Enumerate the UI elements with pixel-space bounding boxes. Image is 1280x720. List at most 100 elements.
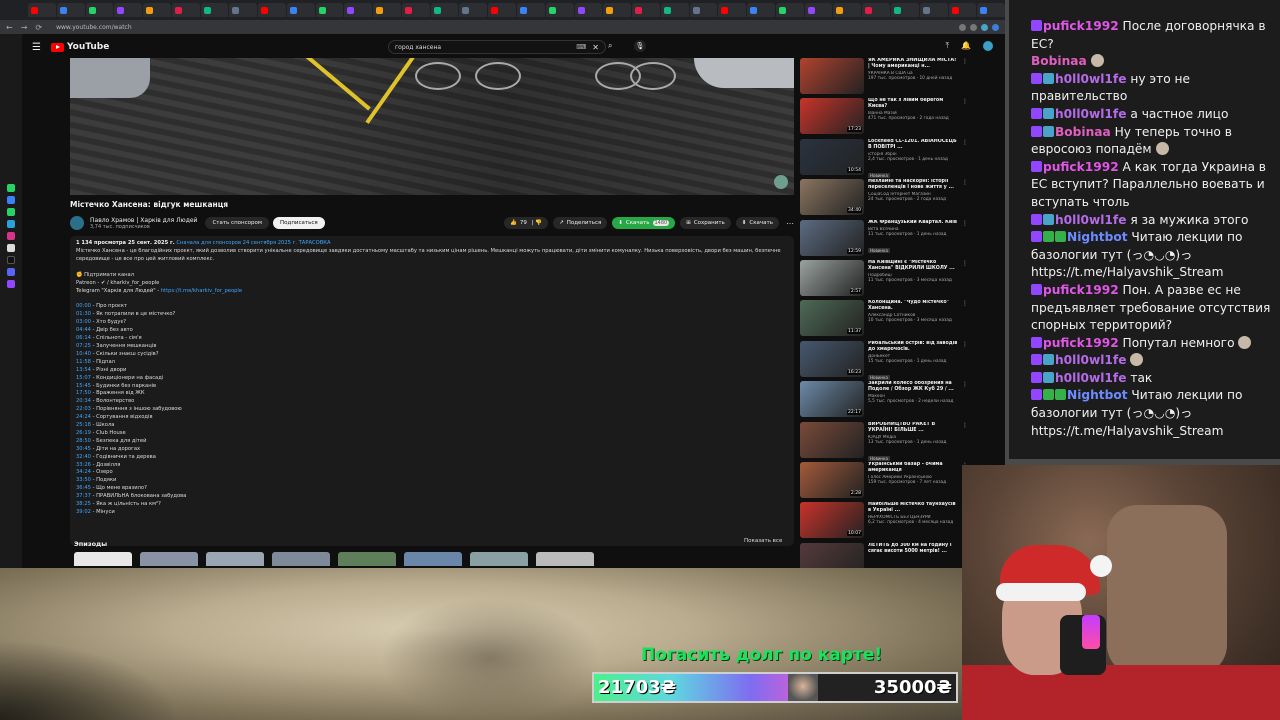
- video-thumbnail[interactable]: [800, 421, 864, 458]
- like-button[interactable]: 👍 79 | 👎: [504, 217, 549, 229]
- browser-tab[interactable]: [890, 3, 919, 17]
- browser-tab[interactable]: [143, 3, 171, 17]
- browser-tab[interactable]: [747, 3, 775, 17]
- patreon-line[interactable]: Patreon - ✔ / kharkiv_for_people: [76, 280, 788, 288]
- chapter-timestamp[interactable]: 24:24: [76, 414, 91, 420]
- back-icon[interactable]: ←: [6, 23, 13, 32]
- browser-tab[interactable]: [948, 3, 977, 17]
- browser-tab[interactable]: [775, 3, 804, 17]
- chapter-timestamp[interactable]: 25:18: [76, 422, 91, 428]
- chapter-timestamp[interactable]: 15:07: [76, 375, 91, 381]
- episode-thumbnail[interactable]: [140, 552, 198, 566]
- sponsor-tag[interactable]: Сначала для спонсоров 24 сентября 2025 г…: [176, 240, 330, 246]
- video-title[interactable]: Колонщина. "Чудо містечко" Хансена.: [868, 300, 958, 312]
- chapter-timestamp[interactable]: 06:14: [76, 335, 91, 341]
- chapter-timestamp[interactable]: 07:25: [76, 343, 91, 349]
- browser-tab[interactable]: [28, 3, 56, 17]
- chapter-timestamp[interactable]: 33:26: [76, 462, 91, 468]
- browser-tab[interactable]: [229, 3, 258, 17]
- chat-badge-icon[interactable]: [1043, 389, 1054, 401]
- sponsor-button[interactable]: Стать спонсором: [205, 217, 270, 229]
- video-thumbnail[interactable]: 11:37: [800, 300, 864, 337]
- x-icon[interactable]: [7, 244, 15, 252]
- chat-emote-icon[interactable]: [1090, 54, 1104, 68]
- chat-badge-icon[interactable]: [1043, 354, 1054, 366]
- browser-tab[interactable]: [804, 3, 833, 17]
- chat-badge-icon[interactable]: [1031, 283, 1042, 295]
- chat-badge-icon[interactable]: [1031, 72, 1042, 84]
- menu-icon[interactable]: ☰: [32, 42, 41, 53]
- chat-badge-icon[interactable]: [1031, 20, 1042, 31]
- episode-thumbnail[interactable]: [536, 552, 594, 566]
- chat-badge-icon[interactable]: [1055, 389, 1066, 401]
- keyboard-icon[interactable]: ⌨: [576, 43, 586, 51]
- video-thumbnail[interactable]: 2:57: [800, 259, 864, 296]
- chapter-timestamp[interactable]: 37:37: [76, 493, 91, 499]
- browser-tab[interactable]: [56, 3, 85, 17]
- tiktok-icon[interactable]: [7, 256, 15, 264]
- avatar[interactable]: [983, 41, 993, 51]
- channel-avatar[interactable]: [70, 216, 84, 230]
- browser-tab[interactable]: [286, 3, 315, 17]
- show-all-button[interactable]: Показать все: [744, 538, 782, 544]
- browser-tab[interactable]: [862, 3, 890, 17]
- chat-username[interactable]: h0ll0wl1fe: [1055, 213, 1126, 227]
- recommended-video[interactable]: ЛЕТИТЬ до 300 км на годину і сягає висот…: [800, 542, 968, 568]
- chat-username[interactable]: h0ll0wl1fe: [1055, 353, 1126, 367]
- video-thumbnail[interactable]: 16:23: [800, 340, 864, 377]
- chat-username[interactable]: pufick1992: [1043, 160, 1119, 174]
- browser-tab[interactable]: [315, 3, 344, 17]
- video-thumbnail[interactable]: 2:28: [800, 461, 864, 498]
- video-title[interactable]: Незламні та наскорні: історії переселенц…: [868, 179, 958, 191]
- chapter-timestamp[interactable]: 00:00: [76, 303, 91, 309]
- whatsapp-icon[interactable]: [7, 184, 15, 192]
- chapter-timestamp[interactable]: 38:25: [76, 501, 91, 507]
- browser-tab[interactable]: [545, 3, 574, 17]
- browser-tab[interactable]: [114, 3, 143, 17]
- search-input[interactable]: город хансена ⌨ ✕: [388, 40, 606, 54]
- browser-tab[interactable]: [85, 3, 114, 17]
- chat-badge-icon[interactable]: [1043, 371, 1054, 383]
- url-field[interactable]: www.youtube.com/watch: [56, 24, 132, 31]
- chapter-timestamp[interactable]: 03:00: [76, 319, 91, 325]
- extension-icon[interactable]: [970, 23, 977, 31]
- video-title[interactable]: Український базар - очима американця: [868, 462, 958, 474]
- episode-thumbnail[interactable]: [404, 552, 462, 566]
- chat-badge-icon[interactable]: [1031, 371, 1042, 383]
- video-title[interactable]: Що не так з лівим берегом Києва?: [868, 98, 958, 110]
- chapter-timestamp[interactable]: 11:58: [76, 359, 91, 365]
- video-title[interactable]: ЛЕТИТЬ до 300 км на годину і сягає висот…: [868, 543, 958, 555]
- browser-tab[interactable]: [660, 3, 689, 17]
- episode-thumbnail[interactable]: [470, 552, 528, 566]
- more-options-icon[interactable]: ⋮: [962, 260, 968, 300]
- chat-badge-icon[interactable]: [1031, 213, 1042, 225]
- discord-icon[interactable]: [7, 268, 15, 276]
- more-options-icon[interactable]: ⋮: [962, 98, 968, 138]
- more-options-icon[interactable]: ⋮: [962, 300, 968, 340]
- video-title[interactable]: На Київщині є "Містечко Хансена" ВІДКРИЛ…: [868, 260, 958, 272]
- browser-tab[interactable]: [373, 3, 401, 17]
- chapter-timestamp[interactable]: 20:34: [76, 398, 91, 404]
- chapter-timestamp[interactable]: 28:50: [76, 438, 91, 444]
- more-options-icon[interactable]: ⋮: [962, 58, 968, 98]
- twitch-icon[interactable]: [7, 280, 15, 288]
- profile-icon[interactable]: [992, 23, 999, 31]
- episode-thumbnail[interactable]: [74, 552, 132, 566]
- chapter-timestamp[interactable]: 34:24: [76, 469, 91, 475]
- browser-tab[interactable]: [919, 3, 948, 17]
- chapter-timestamp[interactable]: 10:40: [76, 351, 91, 357]
- chat-badge-icon[interactable]: [1031, 160, 1042, 172]
- chat-badge-icon[interactable]: [1043, 107, 1054, 119]
- video-description[interactable]: 1 134 просмотра 25 сент. 2025 г. Сначала…: [70, 236, 794, 546]
- recommended-video[interactable]: 22:17 Закрили колесо обозрения на Подоле …: [800, 381, 968, 421]
- microphone-icon[interactable]: 🎙: [634, 40, 646, 52]
- browser-tab[interactable]: [689, 3, 718, 17]
- video-title[interactable]: ЖК Французький Квартал. Київ: [868, 220, 958, 226]
- chat-badge-icon[interactable]: [1043, 231, 1054, 243]
- chapter-timestamp[interactable]: 33:50: [76, 477, 91, 483]
- chat-username[interactable]: h0ll0wl1fe: [1055, 107, 1126, 121]
- video-thumbnail[interactable]: 10:54: [800, 138, 864, 175]
- telegram-link[interactable]: https://t.me/kharkiv_for_people: [161, 288, 242, 294]
- telegram-icon[interactable]: [7, 220, 15, 228]
- save-button[interactable]: ⊞ Сохранить: [680, 217, 731, 229]
